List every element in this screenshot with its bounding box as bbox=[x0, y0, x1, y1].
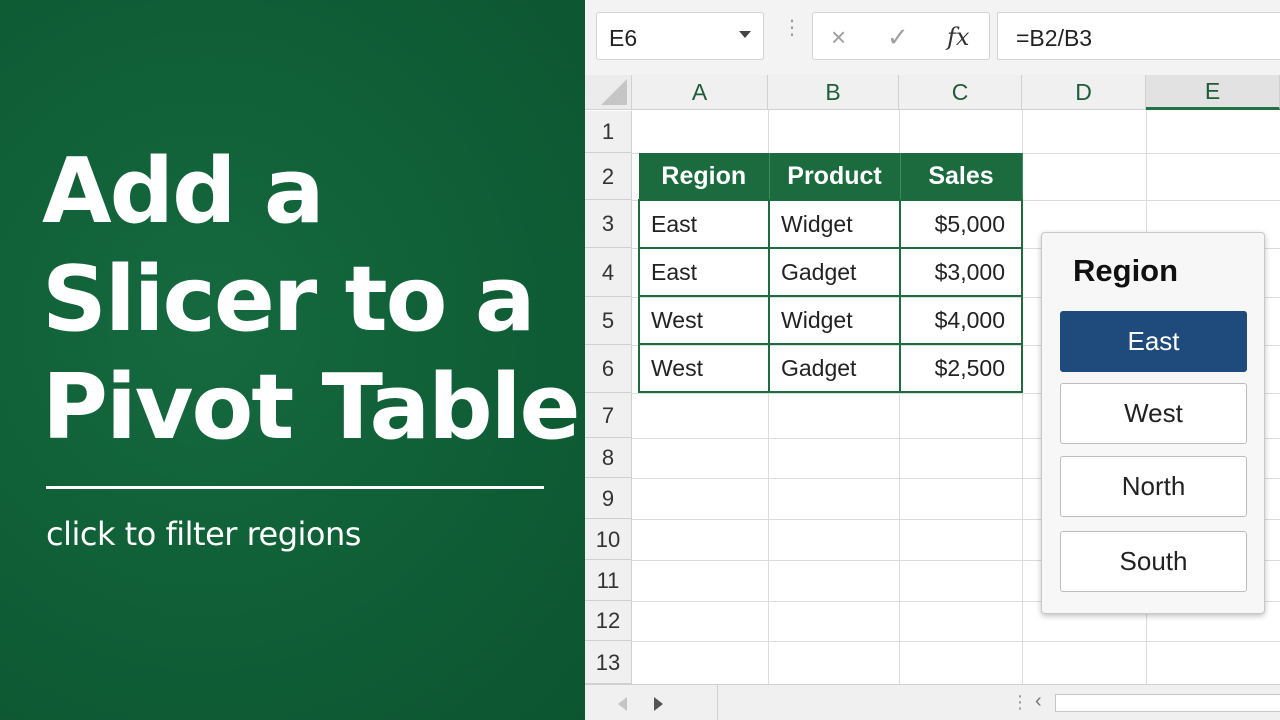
slicer-title: Region bbox=[1073, 253, 1179, 288]
data-table: Region Product Sales East Widget $5,000 … bbox=[638, 153, 1023, 393]
table-cell[interactable]: West bbox=[638, 343, 770, 393]
formula-value: =B2/B3 bbox=[1016, 25, 1093, 51]
table-header-row: Region Product Sales bbox=[639, 153, 1023, 200]
row-header-11[interactable]: 11 bbox=[585, 560, 632, 601]
row-header-7[interactable]: 7 bbox=[585, 393, 632, 438]
headline-divider bbox=[46, 486, 544, 489]
header-cell-region[interactable]: Region bbox=[639, 153, 770, 200]
row-header-6[interactable]: 6 bbox=[585, 345, 632, 393]
name-box[interactable]: E6 bbox=[596, 12, 764, 60]
header-cell-product[interactable]: Product bbox=[769, 153, 901, 200]
row-header-4[interactable]: 4 bbox=[585, 248, 632, 297]
name-box-value: E6 bbox=[609, 25, 638, 51]
formula-bar-grip-icon: ⋮ bbox=[782, 17, 802, 39]
chevron-down-icon[interactable] bbox=[739, 31, 751, 38]
table-cell[interactable]: $3,000 bbox=[899, 247, 1023, 297]
scroll-left-icon[interactable]: ‹ bbox=[1035, 690, 1042, 713]
table-cell[interactable]: Gadget bbox=[768, 343, 901, 393]
headline-line-3: Pivot Table bbox=[42, 355, 581, 460]
row-header-1[interactable]: 1 bbox=[585, 111, 632, 153]
formula-bar: E6 ⋮ × ✓ fx =B2/B3 bbox=[585, 0, 1280, 72]
headline: Add a Slicer to a Pivot Table bbox=[42, 138, 581, 462]
sheet-prev-icon[interactable] bbox=[618, 697, 627, 711]
row-header-10[interactable]: 10 bbox=[585, 519, 632, 560]
grid-row-line bbox=[632, 641, 1280, 642]
table-cell[interactable]: Widget bbox=[768, 199, 901, 249]
slicer-item-east[interactable]: East bbox=[1060, 311, 1247, 372]
headline-line-2: Slicer to a bbox=[42, 247, 536, 352]
table-row: East Widget $5,000 bbox=[638, 199, 1023, 249]
table-row: East Gadget $3,000 bbox=[638, 247, 1023, 297]
select-all-corner[interactable] bbox=[585, 75, 632, 110]
row-header-3[interactable]: 3 bbox=[585, 200, 632, 248]
table-row: West Widget $4,000 bbox=[638, 295, 1023, 345]
bottom-bar-divider bbox=[717, 685, 718, 720]
select-all-triangle-icon bbox=[601, 79, 627, 105]
worksheet-grid[interactable]: ABCDE 1 2 3 4 5 6 7 8 9 10 11 12 13 Region Product S… bbox=[585, 75, 1280, 685]
row-header-8[interactable]: 8 bbox=[585, 438, 632, 478]
headline-line-1: Add a bbox=[42, 139, 325, 244]
slicer-item-north[interactable]: North bbox=[1060, 456, 1247, 517]
table-cell[interactable]: West bbox=[638, 295, 770, 345]
tab-split-grip-icon[interactable]: ⋮ bbox=[1011, 692, 1029, 713]
spreadsheet-window: E6 ⋮ × ✓ fx =B2/B3 ABCDE 1 2 3 4 5 6 7 8 9 10 11 12… bbox=[585, 0, 1280, 720]
column-header-b[interactable]: B bbox=[768, 75, 899, 110]
enter-icon[interactable]: ✓ bbox=[887, 22, 909, 53]
table-cell[interactable]: Gadget bbox=[768, 247, 901, 297]
column-header-e[interactable]: E bbox=[1146, 75, 1280, 110]
slicer-item-south[interactable]: South bbox=[1060, 531, 1247, 592]
table-cell[interactable]: $4,000 bbox=[899, 295, 1023, 345]
row-header-2[interactable]: 2 bbox=[585, 153, 632, 200]
formula-bar-actions: × ✓ fx bbox=[812, 12, 990, 60]
cancel-icon[interactable]: × bbox=[831, 22, 846, 53]
table-cell[interactable]: $5,000 bbox=[899, 199, 1023, 249]
header-cell-sales[interactable]: Sales bbox=[900, 153, 1023, 200]
row-header-9[interactable]: 9 bbox=[585, 478, 632, 519]
column-header-a[interactable]: A bbox=[632, 75, 768, 110]
promo-panel: Add a Slicer to a Pivot Table click to f… bbox=[0, 0, 585, 720]
row-header-13[interactable]: 13 bbox=[585, 641, 632, 684]
formula-input[interactable]: =B2/B3 bbox=[997, 12, 1280, 60]
horizontal-scrollbar[interactable] bbox=[1055, 694, 1280, 712]
row-header-12[interactable]: 12 bbox=[585, 601, 632, 641]
table-cell[interactable]: East bbox=[638, 199, 770, 249]
column-header-d[interactable]: D bbox=[1022, 75, 1146, 110]
table-row: West Gadget $2,500 bbox=[638, 343, 1023, 393]
sheet-navigation-bar: ⋮ ‹ bbox=[585, 684, 1280, 720]
insert-function-icon[interactable]: fx bbox=[947, 23, 969, 51]
table-cell[interactable]: East bbox=[638, 247, 770, 297]
region-slicer[interactable]: Region East West North South bbox=[1041, 232, 1265, 614]
table-cell[interactable]: $2,500 bbox=[899, 343, 1023, 393]
column-header-c[interactable]: C bbox=[899, 75, 1022, 110]
sheet-next-icon[interactable] bbox=[654, 697, 663, 711]
table-cell[interactable]: Widget bbox=[768, 295, 901, 345]
subtitle: click to filter regions bbox=[46, 515, 361, 553]
slicer-item-west[interactable]: West bbox=[1060, 383, 1247, 444]
row-header-5[interactable]: 5 bbox=[585, 297, 632, 345]
